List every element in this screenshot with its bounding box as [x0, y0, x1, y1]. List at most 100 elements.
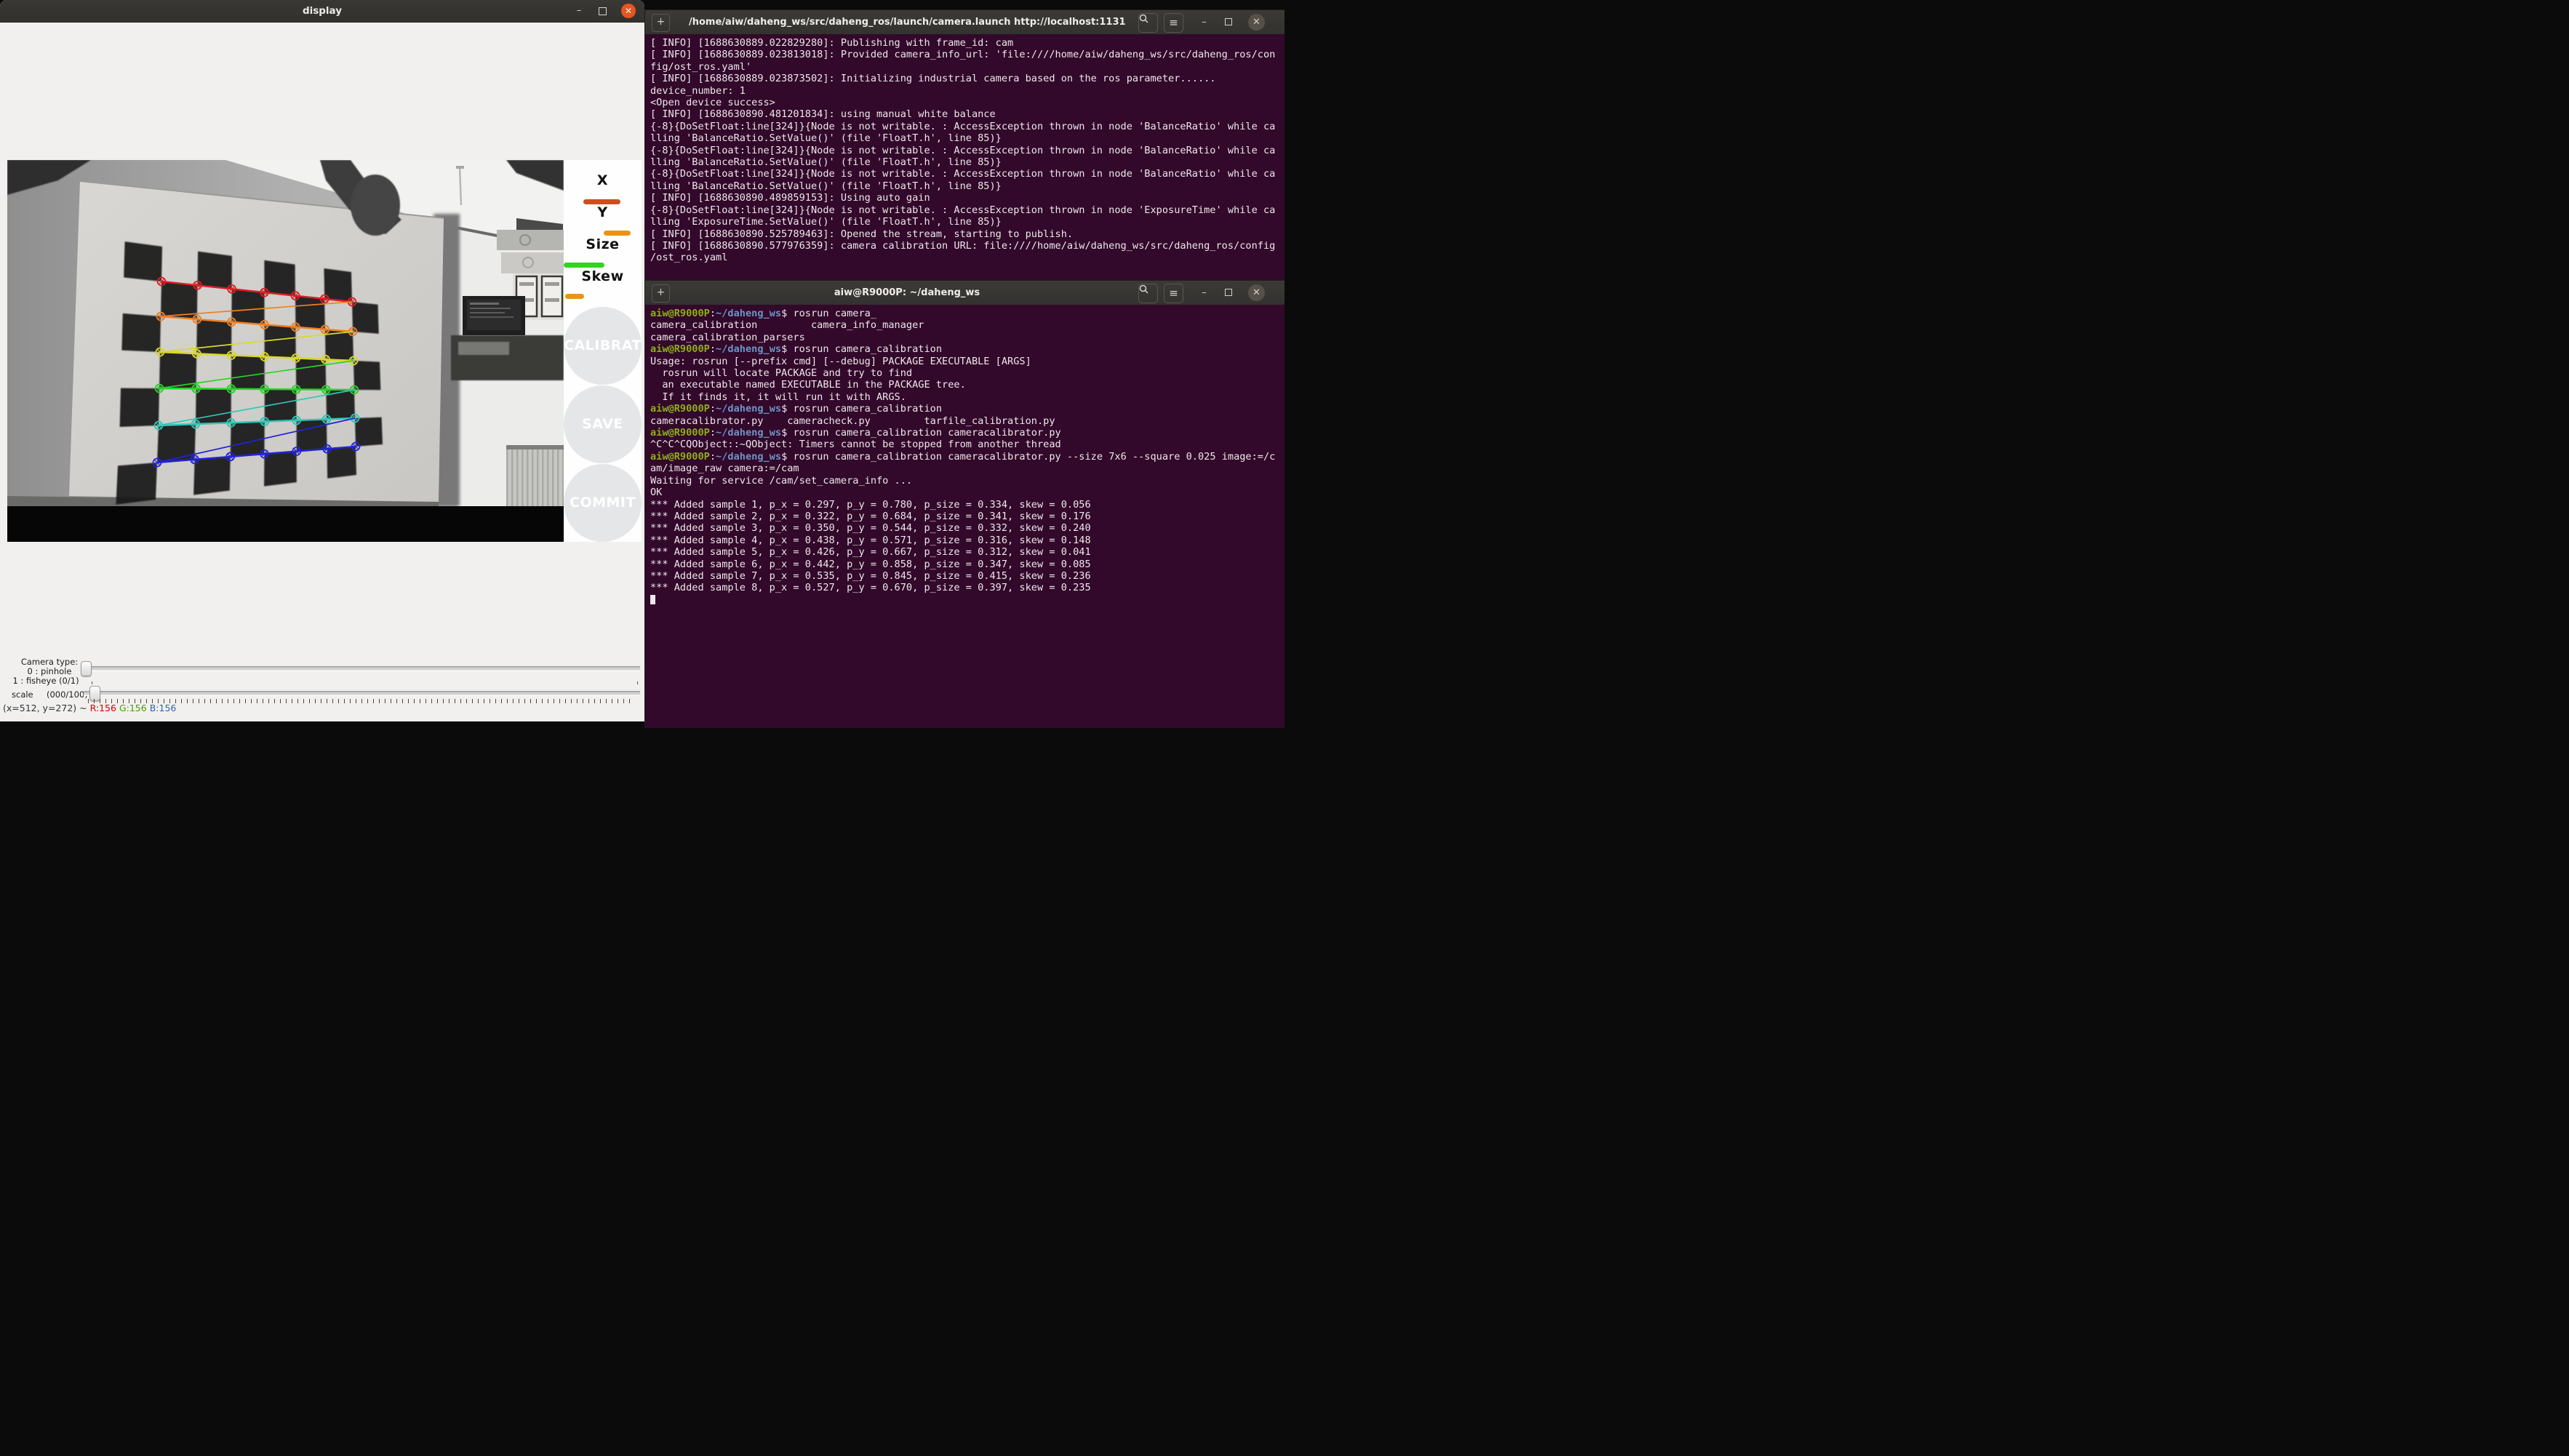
tick-mark — [204, 699, 205, 703]
tick-mark — [286, 699, 287, 703]
save-button[interactable]: SAVE — [564, 385, 642, 463]
terminal-line: ^C^C^CQObject::~QObject: Timers cannot b… — [650, 439, 1284, 450]
menu-button[interactable]: ≡ — [1164, 13, 1183, 33]
tick-mark — [350, 699, 351, 703]
search-icon — [1139, 14, 1148, 23]
calibrate-button[interactable]: CALIBRATE — [564, 307, 642, 385]
terminal-line: aiw@R9000P:~/daheng_ws$ rosrun camera_ca… — [650, 427, 1284, 439]
indicator-label-x: X — [564, 172, 642, 188]
tick-mark — [478, 699, 479, 703]
tick-mark — [303, 699, 304, 703]
hamburger-icon: ≡ — [1169, 16, 1178, 29]
maximize-icon — [599, 7, 607, 15]
terminal-line: {-8}{DoSetFloat:line[324]}{Node is not w… — [650, 168, 1284, 180]
minimize-button[interactable]: – — [572, 4, 586, 18]
terminal-output-area[interactable]: aiw@R9000P:~/daheng_ws$ rosrun camera_ca… — [645, 305, 1284, 728]
tick-mark — [280, 699, 281, 703]
terminal-line: <Open device success> — [650, 97, 1284, 108]
terminal-titlebar[interactable]: + /home/aiw/daheng_ws/src/daheng_ros/lau… — [645, 10, 1284, 35]
terminal-line: [ INFO] [1688630890.577976359]: camera c… — [650, 240, 1284, 252]
maximize-button[interactable] — [1219, 13, 1237, 31]
terminal-line: [ INFO] [1688630890.481201834]: using ma… — [650, 108, 1284, 120]
tick-mark — [507, 699, 508, 703]
scale-slider-track[interactable] — [84, 691, 640, 696]
new-tab-button[interactable]: + — [652, 14, 670, 32]
scale-value: (000/100) — [47, 689, 88, 700]
terminal-line: If it finds it, it will run it with ARGS… — [650, 391, 1284, 403]
terminal-line: camera_calibration_parsers — [650, 332, 1284, 343]
terminal-line: *** Added sample 6, p_x = 0.442, p_y = 0… — [650, 559, 1284, 570]
terminal-line: [ INFO] [1688630889.023873502]: Initiali… — [650, 73, 1284, 84]
terminal-title: aiw@R9000P: ~/daheng_ws — [689, 281, 1125, 305]
green-value: G:156 — [119, 703, 147, 713]
tick-mark — [216, 699, 217, 703]
close-button[interactable]: ✕ — [1248, 14, 1265, 31]
scale-label: scale — [12, 689, 33, 700]
terminal-window-roslaunch: + /home/aiw/daheng_ws/src/daheng_ros/lau… — [644, 9, 1284, 281]
terminal-line: an executable named EXECUTABLE in the PA… — [650, 379, 1284, 391]
tick-mark — [408, 699, 409, 703]
camera-type-label-line1: Camera type: — [15, 657, 84, 667]
maximize-icon — [1225, 18, 1232, 25]
camera-view[interactable] — [7, 160, 564, 506]
tick-mark — [344, 699, 345, 703]
commit-button[interactable]: COMMIT — [564, 464, 642, 542]
menu-button[interactable]: ≡ — [1164, 284, 1183, 303]
terminal-line: lling 'BalanceRatio.SetValue()' (file 'F… — [650, 132, 1284, 144]
terminal-line: rosrun will locate PACKAGE and try to fi… — [650, 367, 1284, 379]
close-button[interactable]: ✕ — [621, 4, 636, 18]
tick-mark — [600, 699, 601, 703]
tick-mark — [338, 699, 339, 703]
tick-mark — [623, 699, 624, 703]
terminal-titlebar[interactable]: + aiw@R9000P: ~/daheng_ws ≡ – ✕ — [645, 281, 1284, 305]
display-titlebar[interactable]: display – ✕ — [0, 0, 644, 23]
minimize-button[interactable]: – — [1195, 13, 1213, 31]
maximize-icon — [1225, 289, 1232, 296]
terminal-line: Usage: rosrun [--prefix cmd] [--debug] P… — [650, 356, 1284, 367]
maximize-button[interactable] — [1219, 284, 1237, 302]
search-button[interactable] — [1138, 13, 1158, 33]
terminal-line: Waiting for service /cam/set_camera_info… — [650, 475, 1284, 487]
terminal-line: lling 'ExposureTime.SetValue()' (file 'F… — [650, 216, 1284, 228]
terminal-line: aiw@R9000P:~/daheng_ws$ rosrun camera_ca… — [650, 343, 1284, 355]
tick-mark — [274, 699, 275, 703]
terminal-line: *** Added sample 4, p_x = 0.438, p_y = 0… — [650, 535, 1284, 546]
progress-meter-size — [564, 263, 604, 268]
camera-type-slider-track[interactable] — [84, 666, 640, 671]
tick-mark — [472, 699, 473, 703]
tick-mark — [373, 699, 374, 703]
tick-mark — [181, 699, 182, 703]
search-button[interactable] — [1138, 284, 1158, 303]
terminal-line: [ INFO] [1688630889.023813018]: Provided… — [650, 49, 1284, 60]
tick-mark — [449, 699, 450, 703]
tick-mark — [402, 699, 403, 703]
terminal-line: *** Added sample 2, p_x = 0.322, p_y = 0… — [650, 511, 1284, 522]
terminal-line: camera_calibration camera_info_manager — [650, 319, 1284, 331]
terminal-line: /ost_ros.yaml — [650, 252, 1284, 263]
tick-mark — [396, 699, 397, 703]
slider-max-tick — [637, 681, 638, 684]
tick-mark — [460, 699, 461, 703]
terminal-line: lling 'BalanceRatio.SetValue()' (file 'F… — [650, 156, 1284, 168]
tick-mark — [501, 699, 502, 703]
tick-mark — [594, 699, 595, 703]
terminal-line: lling 'BalanceRatio.SetValue()' (file 'F… — [650, 180, 1284, 192]
terminal-output-area[interactable]: [ INFO] [1688630889.022829280]: Publishi… — [645, 34, 1284, 281]
maximize-button[interactable] — [595, 4, 610, 18]
cursor-coordinates: (x=512, y=272) ~ — [3, 703, 87, 713]
tick-mark — [559, 699, 560, 703]
terminal-line — [650, 594, 1284, 606]
close-button[interactable]: ✕ — [1248, 284, 1265, 301]
tick-mark — [315, 699, 316, 703]
terminal-cursor — [650, 595, 655, 604]
red-value: R:156 — [90, 703, 116, 713]
camera-type-slider-handle[interactable] — [81, 661, 92, 676]
display-window: display – ✕ — [0, 0, 644, 721]
blue-value: B:156 — [150, 703, 177, 713]
tick-mark — [629, 699, 630, 703]
new-tab-button[interactable]: + — [652, 284, 670, 303]
terminal-line: aiw@R9000P:~/daheng_ws$ rosrun camera_ — [650, 308, 1284, 319]
tick-mark — [379, 699, 380, 703]
minimize-button[interactable]: – — [1195, 284, 1213, 302]
tick-mark — [536, 699, 537, 703]
